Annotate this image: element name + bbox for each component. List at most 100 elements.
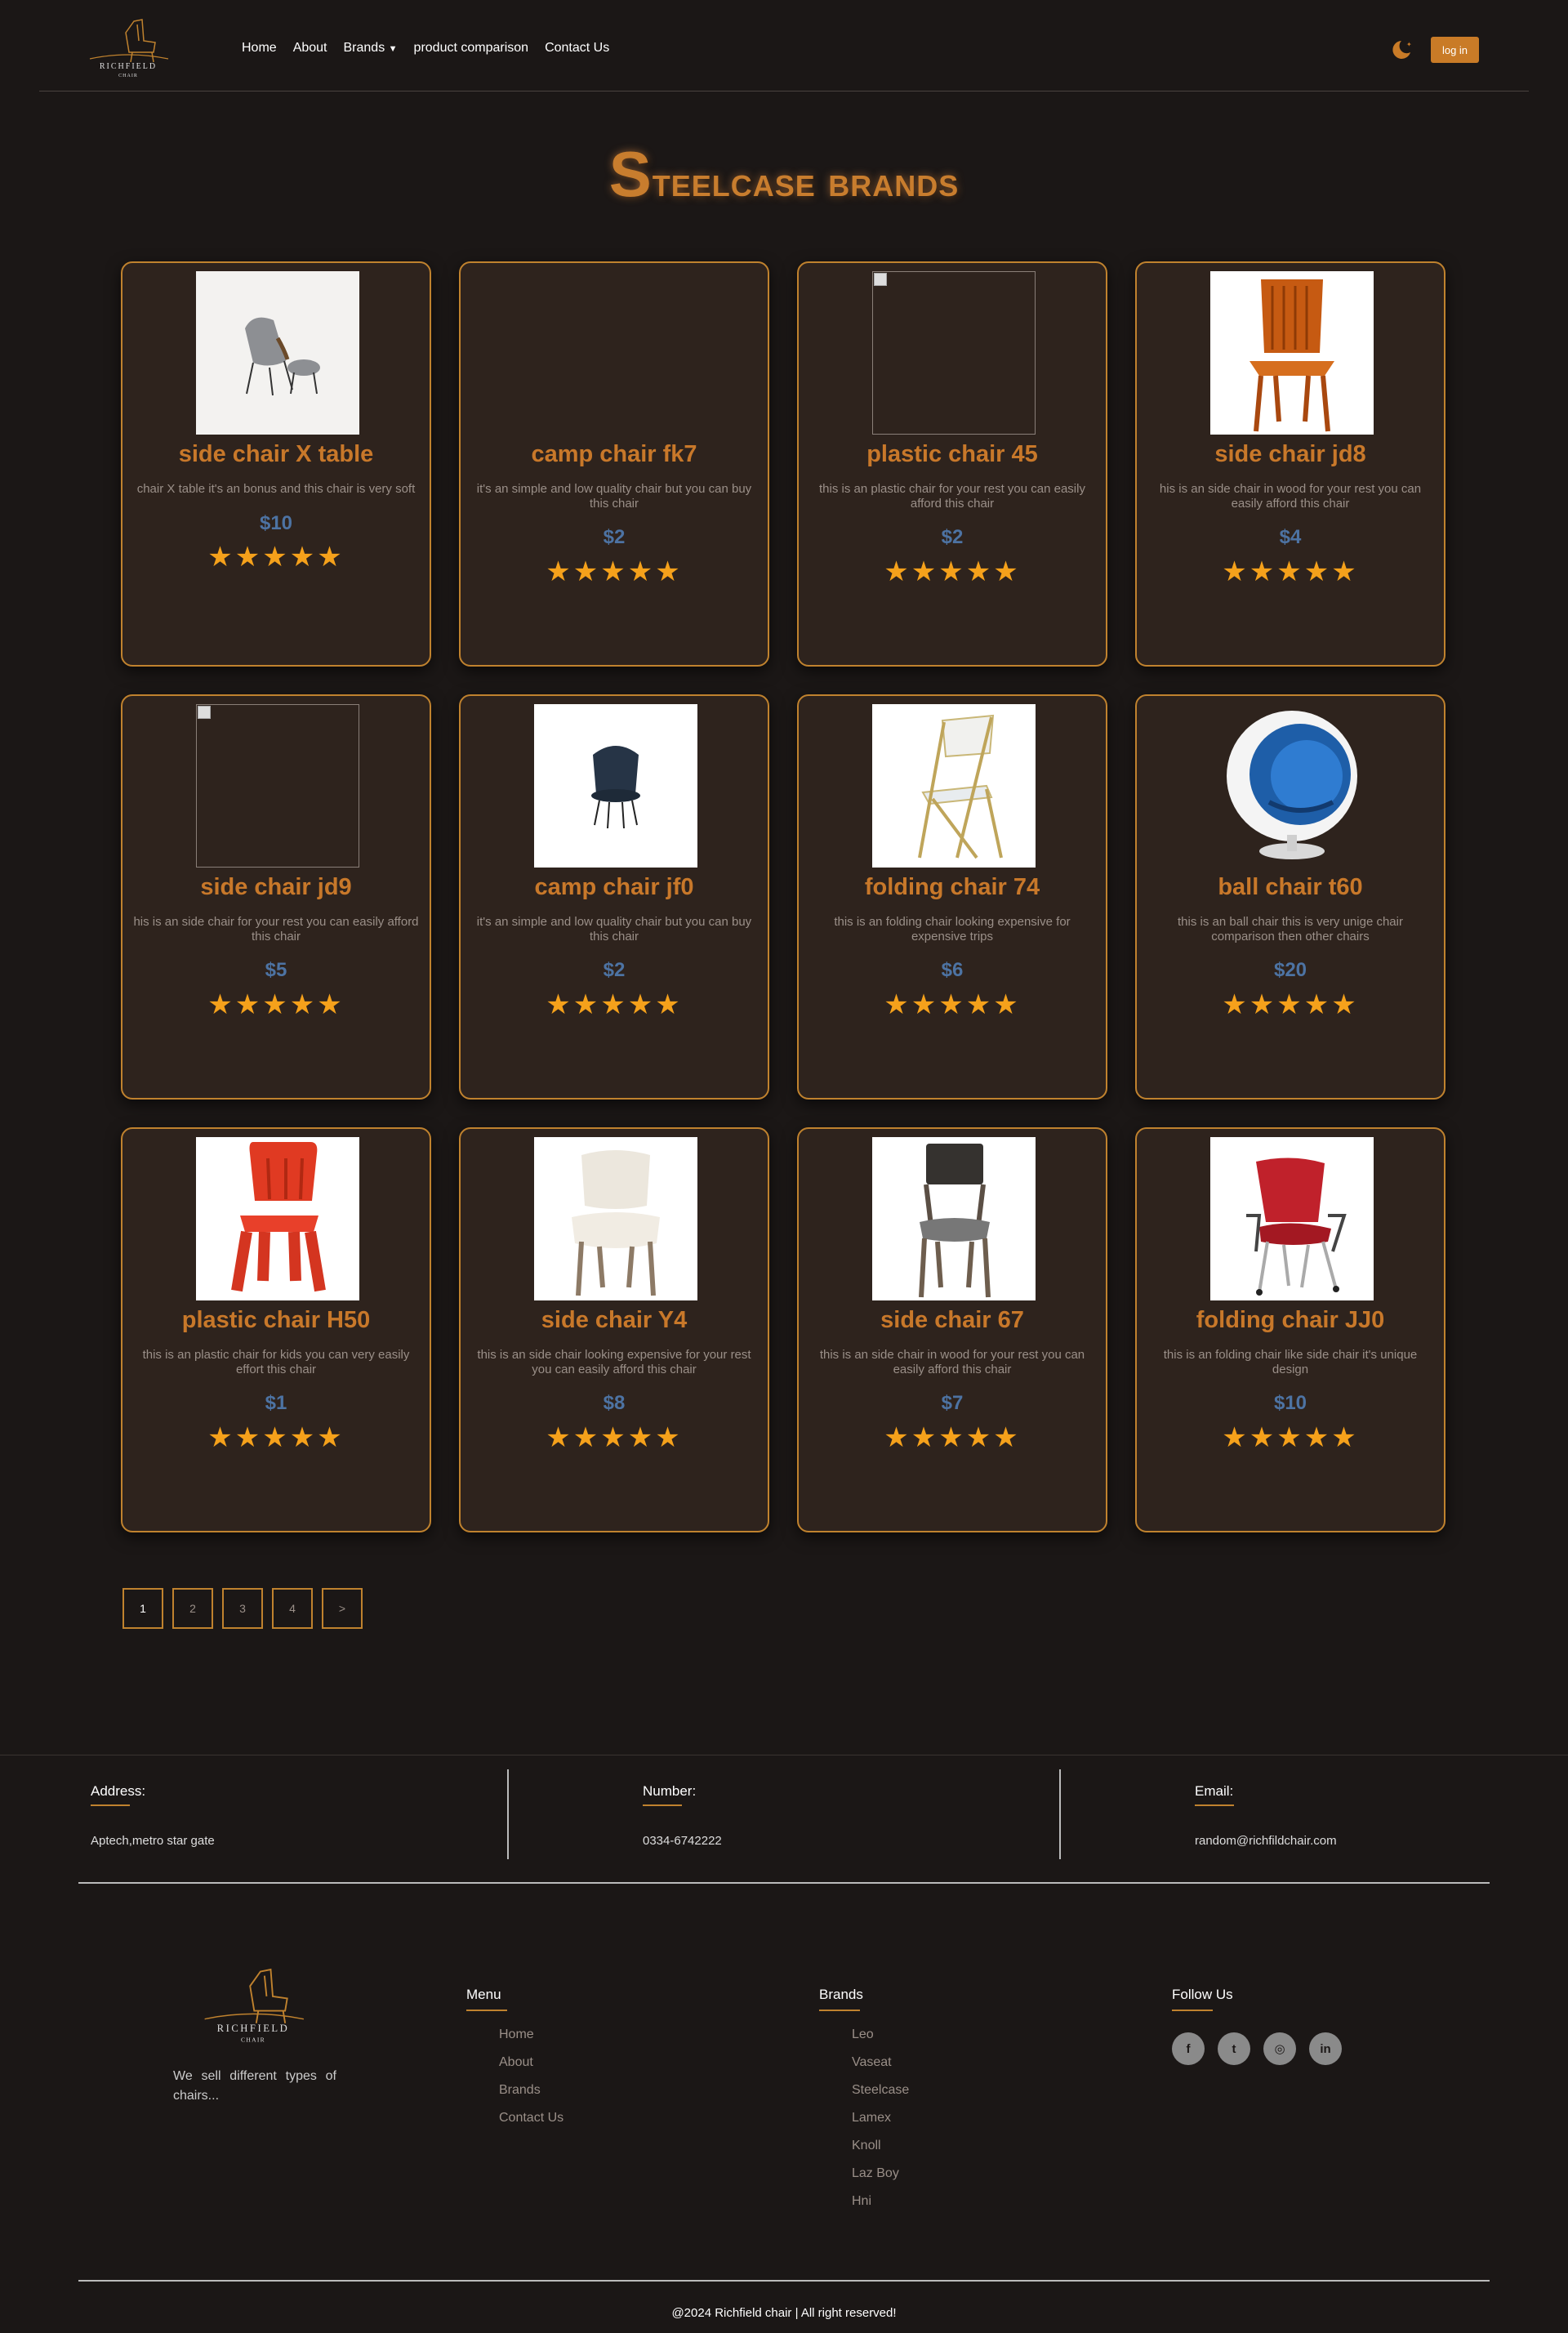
page-title-rest: teelcase brands: [652, 158, 960, 206]
footer-brand-laz-boy[interactable]: Laz Boy: [852, 2166, 909, 2194]
nav-brands[interactable]: Brands ▼: [344, 41, 398, 56]
nav-contact[interactable]: Contact Us: [545, 41, 609, 56]
product-image[interactable]: [1210, 1137, 1374, 1300]
contact-number: Number: 0334-6742222: [552, 1769, 1104, 1860]
star-rating: ★★★★★: [884, 556, 1021, 587]
nav-about[interactable]: About: [293, 41, 327, 56]
product-card[interactable]: plastic chair 45 this is an plastic chair…: [797, 261, 1107, 667]
product-image[interactable]: [196, 271, 359, 435]
footer-logo-wordmark: RICHFIELD: [217, 2023, 290, 2034]
product-card[interactable]: side chair X table chair X table it's an …: [121, 261, 431, 667]
product-name[interactable]: plastic chair H50: [122, 1307, 430, 1334]
star-rating: ★★★★★: [207, 989, 345, 1020]
product-name[interactable]: side chair jd8: [1137, 441, 1444, 468]
number-value: 0334-6742222: [643, 1834, 722, 1848]
product-name[interactable]: folding chair 74: [799, 874, 1106, 901]
product-image[interactable]: [872, 1137, 1036, 1300]
footer-divider: [78, 1882, 1490, 1884]
product-description: his is an side chair for your rest you c…: [133, 915, 419, 943]
product-card[interactable]: folding chair 74 this is an folding chair…: [797, 694, 1107, 1100]
product-price: $20: [1273, 959, 1307, 981]
product-card[interactable]: folding chair JJ0 this is an folding chai…: [1135, 1127, 1446, 1532]
page-1-button[interactable]: 1: [122, 1588, 163, 1629]
product-card[interactable]: side chair 67 this is an side chair in wo…: [797, 1127, 1107, 1532]
product-price: $2: [603, 959, 626, 981]
footer-follow: Follow Us f t ◎ in: [1172, 1987, 1342, 2065]
page-4-button[interactable]: 4: [272, 1588, 313, 1629]
page-3-button[interactable]: 3: [222, 1588, 263, 1629]
star-rating: ★★★★★: [546, 1422, 683, 1453]
address-underline: [91, 1804, 130, 1806]
product-description: this is an folding chair looking expensi…: [834, 915, 1071, 943]
product-card[interactable]: side chair Y4 this is an side chair looki…: [459, 1127, 769, 1532]
product-card[interactable]: side chair jd8 his is an side chair in wo…: [1135, 261, 1446, 667]
product-name[interactable]: camp chair fk7: [461, 441, 768, 468]
linkedin-icon[interactable]: in: [1309, 2032, 1342, 2065]
footer-brand-vaseat[interactable]: Vaseat: [852, 2055, 909, 2083]
product-name[interactable]: side chair 67: [799, 1307, 1106, 1334]
star-rating: ★★★★★: [884, 1422, 1021, 1453]
copyright-divider: [78, 2280, 1490, 2282]
product-image[interactable]: [1210, 704, 1374, 868]
product-name[interactable]: folding chair JJ0: [1137, 1307, 1444, 1334]
product-image[interactable]: [872, 704, 1036, 868]
product-name[interactable]: side chair Y4: [461, 1307, 768, 1334]
footer-brand-knoll[interactable]: Knoll: [852, 2139, 909, 2166]
product-card[interactable]: side chair jd9 his is an side chair for y…: [121, 694, 431, 1100]
next-page-button[interactable]: >: [322, 1588, 363, 1629]
login-button[interactable]: log in: [1431, 37, 1479, 63]
product-card[interactable]: camp chair fk7 it's an simple and low qua…: [459, 261, 769, 667]
number-label: Number:: [643, 1783, 697, 1799]
product-name[interactable]: side chair jd9: [122, 874, 430, 901]
footer-menu-brands[interactable]: Brands: [499, 2083, 564, 2111]
facebook-icon[interactable]: f: [1172, 2032, 1205, 2065]
product-description: his is an side chair in wood for your re…: [1159, 482, 1422, 511]
logo-subtext: CHAIR: [118, 74, 138, 78]
broken-image-icon[interactable]: [196, 704, 359, 868]
product-name[interactable]: side chair X table: [122, 441, 430, 468]
footer-menu-contact[interactable]: Contact Us: [499, 2111, 564, 2139]
address-label: Address:: [91, 1783, 146, 1799]
star-rating: ★★★★★: [207, 1422, 345, 1453]
page-2-button[interactable]: 2: [172, 1588, 213, 1629]
product-name[interactable]: plastic chair 45: [799, 441, 1106, 468]
email-underline: [1195, 1804, 1234, 1806]
footer-logo[interactable]: RICHFIELD CHAIR: [196, 1965, 310, 2044]
footer-menu: Menu Home About Brands Contact Us: [466, 1987, 564, 2139]
broken-image-icon[interactable]: [872, 271, 1036, 435]
footer-tagline: We sell different types of chairs...: [173, 2069, 336, 2103]
nav-home[interactable]: Home: [242, 41, 277, 56]
contact-address: Address: Aptech,metro star gate: [0, 1769, 552, 1860]
footer-brand-leo[interactable]: Leo: [852, 2027, 909, 2055]
product-image[interactable]: [534, 1137, 697, 1300]
product-card[interactable]: camp chair jf0 it's an simple and low qua…: [459, 694, 769, 1100]
twitter-icon[interactable]: t: [1218, 2032, 1250, 2065]
product-name[interactable]: camp chair jf0: [461, 874, 768, 901]
product-card[interactable]: ball chair t60 this is an ball chair this…: [1135, 694, 1446, 1100]
star-rating: ★★★★★: [546, 989, 683, 1020]
footer-menu-underline: [466, 2010, 507, 2011]
product-name[interactable]: ball chair t60: [1137, 874, 1444, 901]
product-image[interactable]: [534, 704, 697, 868]
product-price: $10: [259, 512, 293, 534]
product-image[interactable]: [196, 1137, 359, 1300]
richfield-logo[interactable]: RICHFIELD CHAIR: [83, 16, 173, 78]
contact-email: Email: random@richfildchair.com: [1104, 1769, 1568, 1860]
page-title-initial: S: [608, 138, 653, 210]
product-description: this is an plastic chair for your rest y…: [819, 482, 1085, 511]
dark-mode-moon-icon[interactable]: ✦: [1388, 38, 1413, 62]
product-price: $10: [1273, 1392, 1307, 1414]
instagram-icon[interactable]: ◎: [1263, 2032, 1296, 2065]
footer-brand-steelcase[interactable]: Steelcase: [852, 2083, 909, 2111]
product-image[interactable]: [1210, 271, 1374, 435]
email-value: random@richfildchair.com: [1195, 1834, 1337, 1848]
product-description: this is an ball chair this is very unige…: [1178, 915, 1403, 943]
nav-product-comparison[interactable]: product comparison: [414, 41, 529, 56]
footer-brand-lamex[interactable]: Lamex: [852, 2111, 909, 2139]
main-menu: Home About Brands ▼ product comparison C…: [242, 41, 609, 56]
footer-menu-home[interactable]: Home: [499, 2027, 564, 2055]
product-card[interactable]: plastic chair H50 this is an plastic chai…: [121, 1127, 431, 1532]
footer-menu-about[interactable]: About: [499, 2055, 564, 2083]
footer-brand-hni[interactable]: Hni: [852, 2194, 909, 2222]
email-label: Email:: [1195, 1783, 1234, 1799]
